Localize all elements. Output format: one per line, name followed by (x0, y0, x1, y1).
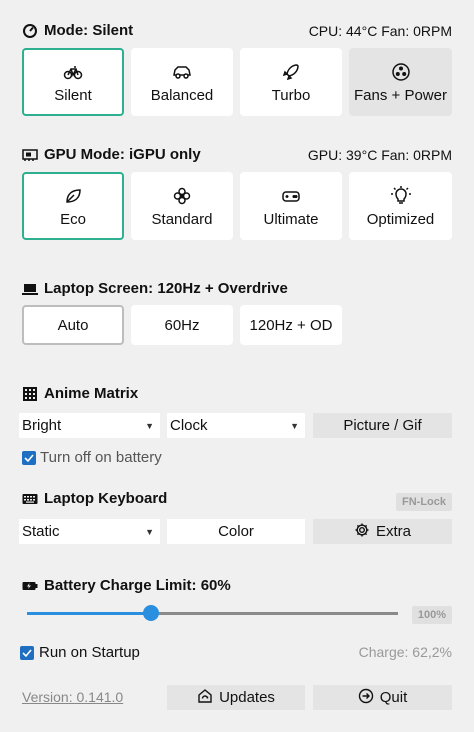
matrix-battery-off-checkbox[interactable]: Turn off on battery (22, 449, 162, 466)
speedometer-icon (22, 23, 38, 39)
matrix-picture-gif-label: Picture / Gif (343, 417, 422, 434)
gpu-header: GPU Mode: iGPU only (22, 146, 201, 163)
mode-silent-tile[interactable]: Silent (22, 48, 124, 116)
gpu-standard-label: Standard (151, 210, 213, 228)
gpu-eco-label: Eco (60, 210, 86, 228)
checkmark-icon (20, 645, 34, 660)
keyboard-header: Laptop Keyboard (22, 490, 167, 507)
mode-balanced-tile[interactable]: Balanced (131, 48, 233, 116)
updates-button[interactable]: Updates (167, 685, 305, 710)
gamepad-icon (280, 185, 302, 207)
matrix-brightness-select[interactable]: Bright ▼ (19, 413, 160, 438)
keyboard-color-button[interactable]: Color (167, 519, 305, 544)
gpu-ultimate-label: Ultimate (263, 210, 319, 228)
keyboard-color-label: Color (218, 523, 254, 540)
screen-auto-label: Auto (57, 316, 89, 334)
screen-60hz-button[interactable]: 60Hz (131, 305, 233, 345)
quit-label: Quit (379, 689, 408, 706)
matrix-brightness-value: Bright (22, 417, 62, 434)
exit-icon (358, 688, 374, 708)
gpu-standard-tile[interactable]: Standard (131, 172, 233, 240)
laptop-icon (22, 281, 38, 297)
gear-icon (354, 522, 370, 542)
keyboard-icon (22, 491, 38, 507)
matrix-mode-value: Clock (170, 417, 208, 434)
matrix-battery-off-label: Turn off on battery (40, 449, 162, 466)
battery-title: Battery Charge Limit: 60% (44, 577, 231, 594)
matrix-picture-gif-button[interactable]: Picture / Gif (313, 413, 452, 438)
gpu-card-icon (22, 147, 38, 163)
chevron-down-icon: ▼ (290, 421, 299, 431)
screen-auto-button[interactable]: Auto (22, 305, 124, 345)
updates-icon (197, 688, 213, 708)
checkmark-icon (22, 450, 36, 465)
cpu-status: CPU: 44°C Fan: 0RPM (308, 23, 452, 39)
charge-status: Charge: 62,2% (358, 644, 452, 660)
rocket-icon (280, 61, 302, 83)
slider-fill (27, 612, 151, 615)
bike-icon (62, 61, 84, 83)
screen-120hz-od-label: 120Hz + OD (249, 316, 333, 334)
run-on-startup-checkbox[interactable]: Run on Startup (20, 644, 140, 661)
leaf-icon (62, 185, 84, 207)
car-icon (171, 61, 193, 83)
matrix-header: Anime Matrix (22, 385, 138, 402)
matrix-title: Anime Matrix (44, 385, 139, 402)
battery-max-badge: 100% (411, 606, 452, 624)
fn-lock-badge[interactable]: FN-Lock (396, 493, 452, 511)
screen-title: Laptop Screen: 120Hz + Overdrive (44, 280, 288, 297)
mode-turbo-tile[interactable]: Turbo (240, 48, 342, 116)
mode-title: Mode: Silent (44, 22, 134, 39)
battery-icon (22, 578, 38, 594)
battery-limit-slider[interactable] (27, 603, 398, 623)
screen-120hz-od-button[interactable]: 120Hz + OD (240, 305, 342, 345)
screen-60hz-label: 60Hz (164, 316, 200, 334)
quit-button[interactable]: Quit (313, 685, 452, 710)
matrix-grid-icon (22, 386, 38, 402)
chevron-down-icon: ▼ (145, 527, 154, 537)
updates-label: Updates (219, 689, 275, 706)
run-on-startup-label: Run on Startup (39, 644, 140, 661)
version-link[interactable]: Version: 0.141.0 (22, 689, 123, 705)
slider-thumb[interactable] (143, 605, 159, 621)
gpu-title: GPU Mode: iGPU only (44, 146, 201, 163)
keyboard-mode-value: Static (22, 523, 60, 540)
mode-silent-label: Silent (54, 86, 92, 104)
keyboard-extra-button[interactable]: Extra (313, 519, 452, 544)
mode-fans-power-label: Fans + Power (354, 86, 447, 104)
matrix-mode-select[interactable]: Clock ▼ (167, 413, 305, 438)
gpu-status: GPU: 39°C Fan: 0RPM (307, 147, 452, 163)
gpu-ultimate-tile[interactable]: Ultimate (240, 172, 342, 240)
gpu-optimized-tile[interactable]: Optimized (349, 172, 452, 240)
keyboard-extra-label: Extra (375, 523, 411, 540)
gpu-optimized-label: Optimized (366, 210, 435, 228)
gpu-eco-tile[interactable]: Eco (22, 172, 124, 240)
chevron-down-icon: ▼ (145, 421, 154, 431)
flower-icon (171, 185, 193, 207)
mode-balanced-label: Balanced (150, 86, 214, 104)
battery-header: Battery Charge Limit: 60% (22, 577, 231, 594)
fan-icon (390, 61, 412, 83)
bulb-icon (390, 185, 412, 207)
screen-header: Laptop Screen: 120Hz + Overdrive (22, 280, 288, 297)
keyboard-title: Laptop Keyboard (44, 490, 168, 507)
mode-turbo-label: Turbo (271, 86, 311, 104)
mode-fans-power-tile[interactable]: Fans + Power (349, 48, 452, 116)
mode-header: Mode: Silent (22, 22, 133, 39)
keyboard-mode-select[interactable]: Static ▼ (19, 519, 160, 544)
